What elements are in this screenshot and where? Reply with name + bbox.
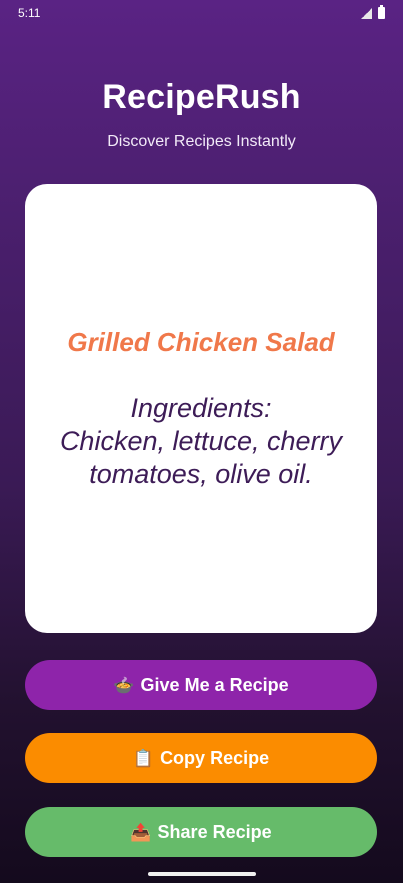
outbox-tray-icon: 📤 [130,822,152,842]
ingredients-line: tomatoes, olive oil. [89,458,313,489]
battery-icon [378,5,385,19]
stew-pot-icon: 🍲 [113,675,135,695]
status-bar: 5:11 [0,0,403,26]
app-title: RecipeRush [102,78,301,116]
status-icons [361,5,385,19]
recipe-card: Grilled Chicken Salad Ingredients: Chick… [25,184,377,633]
share-recipe-label: Share Recipe [157,821,272,842]
app-subtitle: Discover Recipes Instantly [107,133,296,150]
give-recipe-label: Give Me a Recipe [140,674,289,695]
recipe-name: Grilled Chicken Salad [67,326,335,357]
copy-recipe-button[interactable]: 📋 Copy Recipe [25,733,377,783]
status-time: 5:11 [18,6,41,20]
signal-icon [361,7,372,19]
copy-recipe-label: Copy Recipe [160,747,270,768]
ingredients-line: Chicken, lettuce, cherry [59,425,343,456]
clipboard-icon: 📋 [132,748,155,768]
give-recipe-button[interactable]: 🍲 Give Me a Recipe [25,660,377,710]
recipe-ingredients: Ingredients: Chicken, lettuce, cherry to… [60,392,342,491]
home-indicator[interactable] [148,872,256,876]
share-recipe-button[interactable]: 📤 Share Recipe [25,807,377,857]
ingredients-label: Ingredients: [130,392,272,423]
